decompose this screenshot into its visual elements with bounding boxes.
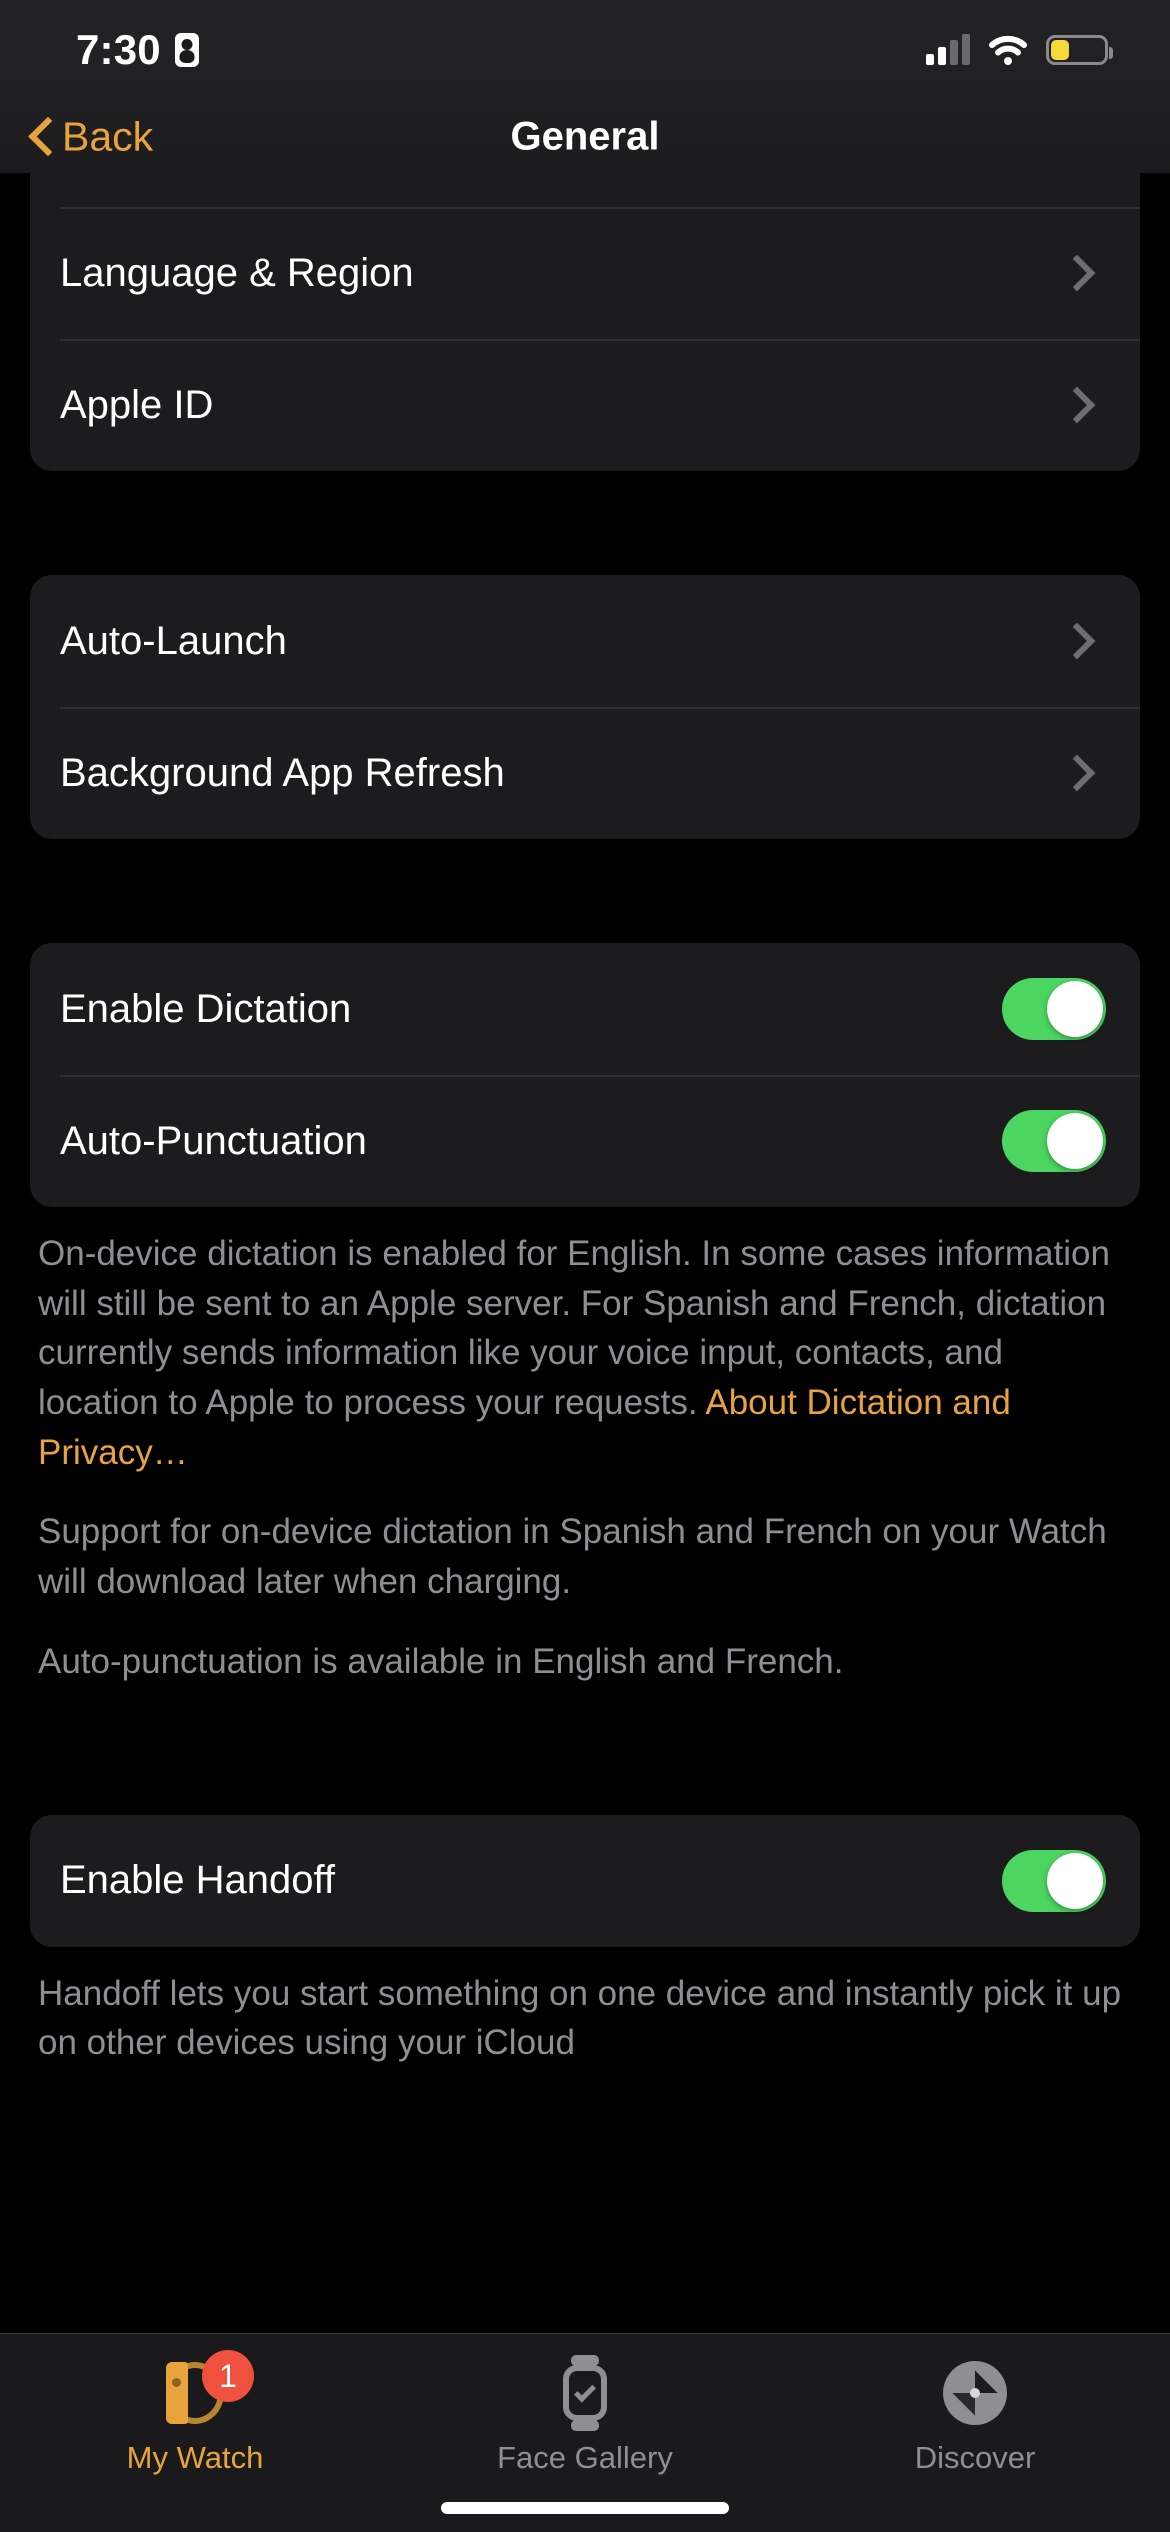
row-label: Auto-Launch [60,618,287,663]
auto-punctuation-toggle[interactable] [1002,1110,1106,1172]
row-label: Enable Handoff [60,1858,336,1902]
row-enable-dictation[interactable]: Enable Dictation [30,943,1140,1075]
apple-watch-side-icon: 1 [152,2350,254,2432]
row-label: Language & Region [60,250,414,295]
chevron-right-icon [1074,754,1096,792]
settings-group-dictation: Enable Dictation Auto-Punctuation [30,943,1140,1207]
navigation-bar: Back General [0,100,1170,173]
battery-low-power-icon [1046,35,1113,65]
chevron-right-icon [1074,254,1096,292]
settings-group-1: Language & Region Apple ID [30,173,1140,471]
footer-paragraph-3: Auto-punctuation is available in English… [38,1641,844,1681]
cellular-signal-icon [926,34,970,65]
compass-icon [932,2354,1018,2432]
settings-group-handoff: Enable Handoff [30,1814,1140,1947]
row-language-region[interactable]: Language & Region [30,207,1140,339]
footer-paragraph-2: Support for on-device dictation in Spani… [38,1512,1107,1602]
chevron-right-icon [1074,386,1096,424]
enable-dictation-toggle[interactable] [1002,978,1106,1040]
tab-face-gallery[interactable]: Face Gallery [390,2334,780,2476]
home-indicator [441,2502,729,2514]
wifi-icon [988,35,1028,65]
handoff-footer: Handoff lets you start something on one … [0,1947,1170,2068]
tab-label: My Watch [126,2440,264,2475]
page-title: General [510,114,660,158]
footer-paragraph-1: On-device dictation is enabled for Engli… [38,1229,1132,1477]
dictation-footer: On-device dictation is enabled for Engli… [0,1207,1170,1687]
footer-paragraph-1: Handoff lets you start something on one … [38,1973,1122,2063]
row-label: Enable Dictation [60,986,352,1031]
tab-badge: 1 [202,2350,254,2402]
row-apple-id[interactable]: Apple ID [30,339,1140,471]
row-label: Apple ID [60,382,214,427]
chevron-right-icon [1074,622,1096,660]
status-bar-right [926,34,1113,65]
tab-discover[interactable]: Discover [780,2334,1170,2476]
tab-my-watch[interactable]: 1 My Watch [0,2334,390,2476]
settings-scroll-view[interactable]: Language & Region Apple ID Auto-Launch B… [0,173,1170,2333]
watch-face-check-icon [542,2354,628,2432]
status-time: 7:30 [76,26,161,73]
tab-label: Discover [914,2440,1036,2475]
recording-indicator-icon [174,33,199,67]
row-auto-launch[interactable]: Auto-Launch [30,575,1140,707]
phone-screen: 7:30 Back General Language & Region Appl… [0,0,1170,2532]
row-background-app-refresh[interactable]: Background App Refresh [30,707,1140,839]
row-auto-punctuation[interactable]: Auto-Punctuation [30,1075,1140,1207]
status-bar-left: 7:30 [76,26,199,74]
row-enable-handoff[interactable]: Enable Handoff [30,1815,1140,1947]
row-label: Auto-Punctuation [60,1118,367,1163]
tab-label: Face Gallery [497,2440,673,2475]
table-row-partial[interactable] [30,173,1140,207]
settings-group-2: Auto-Launch Background App Refresh [30,575,1140,839]
enable-handoff-toggle[interactable] [1002,1849,1106,1912]
status-bar: 7:30 [0,0,1170,100]
row-label: Background App Refresh [60,750,505,795]
